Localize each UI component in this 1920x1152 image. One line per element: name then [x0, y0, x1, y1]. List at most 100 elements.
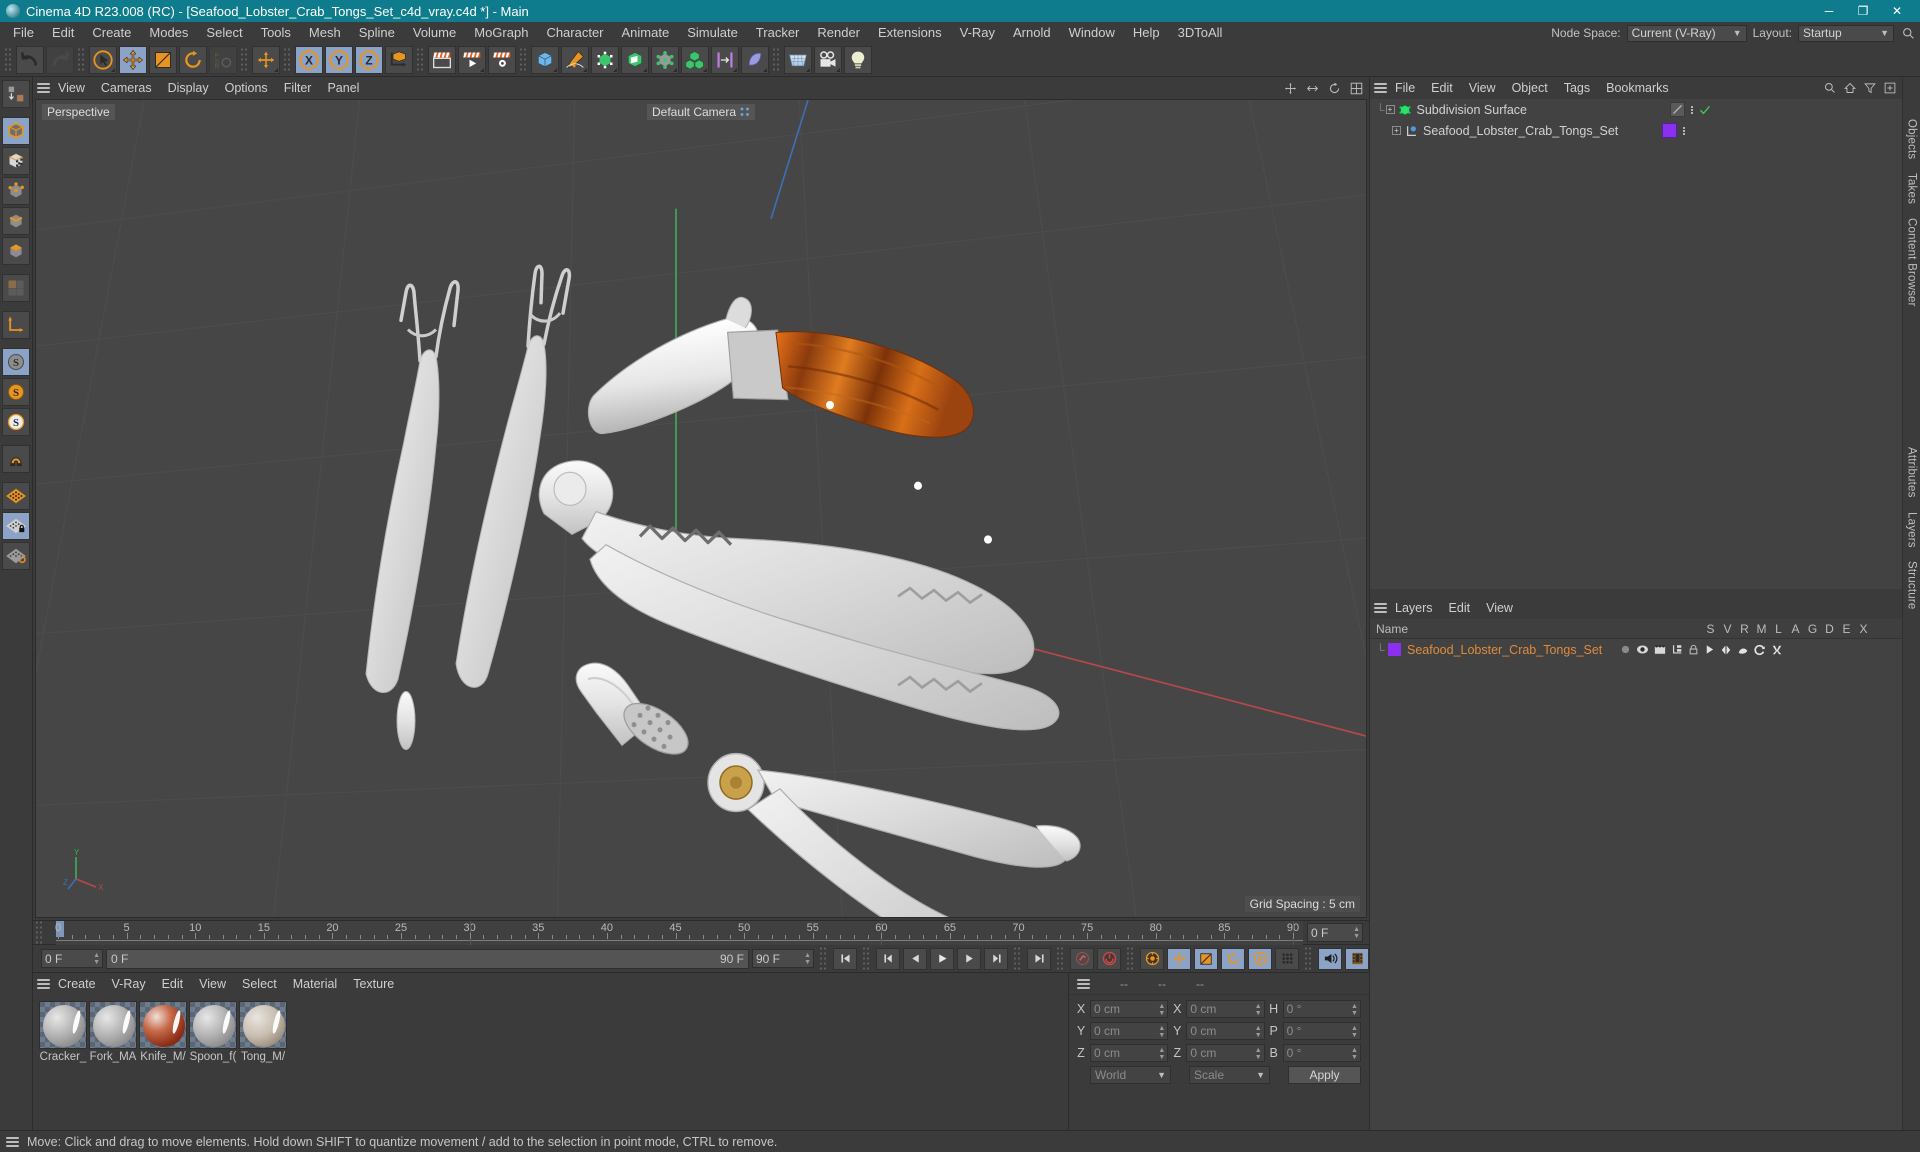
object-row-seafood-set[interactable]: + Seafood_Lobster_Crab_Tongs_Set	[1370, 120, 1902, 141]
toolbar-grip[interactable]	[4, 47, 13, 73]
mograph-effector-button[interactable]	[711, 46, 739, 74]
spinner-icon[interactable]: ▲ ▼	[1351, 1003, 1358, 1017]
toolbar-grip[interactable]	[519, 47, 528, 73]
size-y-field[interactable]: 0 cm ▲ ▼	[1186, 1022, 1265, 1040]
playback-grip[interactable]	[862, 945, 871, 972]
material-menu-vray[interactable]: V-Ray	[104, 973, 154, 995]
menu-item-volume[interactable]: Volume	[404, 22, 465, 44]
world-object-axis-button[interactable]	[252, 46, 280, 74]
toolbar-grip[interactable]	[416, 47, 425, 73]
menu-item-file[interactable]: File	[4, 22, 43, 44]
point-mode-button[interactable]	[2, 177, 30, 205]
om-menu-edit[interactable]: Edit	[1423, 77, 1461, 99]
material-menu-edit[interactable]: Edit	[154, 973, 192, 995]
viewport-menu-options[interactable]: Options	[217, 77, 276, 99]
timeline-grip[interactable]	[35, 919, 44, 946]
layer-color-tag[interactable]	[1662, 123, 1677, 138]
material-item[interactable]: Spoon_f(	[189, 1001, 237, 1063]
key-parameter-button[interactable]: P	[1248, 947, 1272, 970]
edge-mode-button[interactable]	[2, 207, 30, 235]
toolbar-grip[interactable]	[772, 47, 781, 73]
playback-grip[interactable]	[819, 945, 828, 972]
toolbar-grip[interactable]	[283, 47, 292, 73]
size-z-field[interactable]: 0 cm ▲ ▼	[1186, 1044, 1265, 1062]
texture-mode-button[interactable]	[2, 147, 30, 175]
search-icon[interactable]	[1824, 82, 1836, 94]
material-preview-swatch[interactable]	[39, 1001, 87, 1049]
layer-menu-view[interactable]: View	[1478, 597, 1521, 619]
spinner-icon[interactable]: ▲ ▼	[804, 952, 811, 966]
workplane-button[interactable]	[2, 482, 30, 510]
polygon-mode-button[interactable]	[2, 237, 30, 265]
scale-tool-button[interactable]	[149, 46, 177, 74]
pen-spline-button[interactable]	[561, 46, 589, 74]
xref-icon[interactable]	[1771, 644, 1783, 656]
timeline-button[interactable]	[1345, 947, 1369, 970]
tab-takes[interactable]: Takes	[1906, 173, 1918, 204]
snap-modes-button[interactable]: S	[2, 408, 30, 436]
panel-splitter[interactable]	[1370, 589, 1902, 597]
menu-item-select[interactable]: Select	[197, 22, 251, 44]
om-menu-file[interactable]: File	[1387, 77, 1423, 99]
material-menu-select[interactable]: Select	[234, 973, 285, 995]
redo-button[interactable]	[46, 46, 74, 74]
tab-content-browser[interactable]: Content Browser	[1906, 218, 1918, 307]
y-axis-lock-button[interactable]: Y	[325, 46, 353, 74]
manager-icon[interactable]	[1671, 644, 1683, 655]
menu-item-character[interactable]: Character	[537, 22, 612, 44]
render-to-picture-viewer-button[interactable]	[458, 46, 486, 74]
menu-item-window[interactable]: Window	[1060, 22, 1124, 44]
deformer-button[interactable]	[651, 46, 679, 74]
go-to-next-frame-button[interactable]	[957, 947, 981, 970]
close-button[interactable]: ✕	[1880, 0, 1914, 22]
expand-icon[interactable]: +	[1392, 126, 1401, 135]
visible-icon[interactable]	[1636, 644, 1649, 655]
light-button[interactable]	[844, 46, 872, 74]
playback-grip[interactable]	[1304, 945, 1313, 972]
spinner-icon[interactable]: ▲ ▼	[1255, 1003, 1262, 1017]
menu-item-tracker[interactable]: Tracker	[747, 22, 809, 44]
menu-item-spline[interactable]: Spline	[350, 22, 404, 44]
magnet-tool-button[interactable]	[2, 445, 30, 473]
mograph-cloner-button[interactable]	[681, 46, 709, 74]
pan-view-icon[interactable]	[1284, 82, 1297, 95]
om-menu-bookmarks[interactable]: Bookmarks	[1598, 77, 1677, 99]
viewport-menu-cameras[interactable]: Cameras	[93, 77, 160, 99]
rotation-p-field[interactable]: 0 ° ▲ ▼	[1282, 1022, 1361, 1040]
menu-item-3dtoall[interactable]: 3DToAll	[1169, 22, 1232, 44]
position-x-field[interactable]: 0 cm ▲ ▼	[1090, 1000, 1169, 1018]
coordinate-mode-select[interactable]: Scale ▼	[1189, 1066, 1270, 1084]
search-icon[interactable]	[1900, 25, 1916, 41]
render-view-button[interactable]	[428, 46, 456, 74]
spinner-icon[interactable]: ▲ ▼	[1351, 1047, 1358, 1061]
go-to-start-button[interactable]	[833, 947, 857, 970]
go-to-previous-key-button[interactable]	[876, 947, 900, 970]
tab-structure[interactable]: Structure	[1906, 561, 1918, 609]
go-to-previous-frame-button[interactable]	[903, 947, 927, 970]
toolbar-grip[interactable]	[77, 47, 86, 73]
cube-primitive-button[interactable]	[531, 46, 559, 74]
psr-reset-button[interactable]: PSR	[209, 46, 237, 74]
playback-grip[interactable]	[1056, 945, 1065, 972]
current-frame-field[interactable]: 0 F ▲ ▼	[41, 949, 103, 968]
menu-item-arnold[interactable]: Arnold	[1004, 22, 1060, 44]
live-selection-tool-button[interactable]	[89, 46, 117, 74]
material-menu-view[interactable]: View	[191, 973, 234, 995]
layer-manager-menu-icon[interactable]	[1374, 603, 1387, 613]
status-menu-icon[interactable]	[6, 1136, 19, 1147]
spinner-icon[interactable]: ▲ ▼	[1353, 926, 1360, 940]
go-to-end-button[interactable]	[1027, 947, 1051, 970]
menu-item-mesh[interactable]: Mesh	[300, 22, 350, 44]
generators-icon[interactable]	[1720, 644, 1732, 656]
layer-list[interactable]: └ Seafood_Lobster_Crab_Tongs_Set	[1370, 639, 1902, 1130]
playback-grip[interactable]	[1126, 945, 1135, 972]
spinner-icon[interactable]: ▲ ▼	[1255, 1047, 1262, 1061]
zoom-view-icon[interactable]	[1306, 82, 1319, 95]
preview-range-bar[interactable]: 0 F 90 F	[106, 948, 749, 969]
key-rotation-button[interactable]	[1221, 947, 1245, 970]
menu-item-extensions[interactable]: Extensions	[869, 22, 951, 44]
z-axis-lock-button[interactable]: Z	[355, 46, 383, 74]
layer-menu-edit[interactable]: Edit	[1441, 597, 1479, 619]
timeline-current-frame-field[interactable]: 0 F ▲ ▼	[1307, 923, 1363, 942]
spinner-icon[interactable]: ▲ ▼	[1158, 1003, 1165, 1017]
